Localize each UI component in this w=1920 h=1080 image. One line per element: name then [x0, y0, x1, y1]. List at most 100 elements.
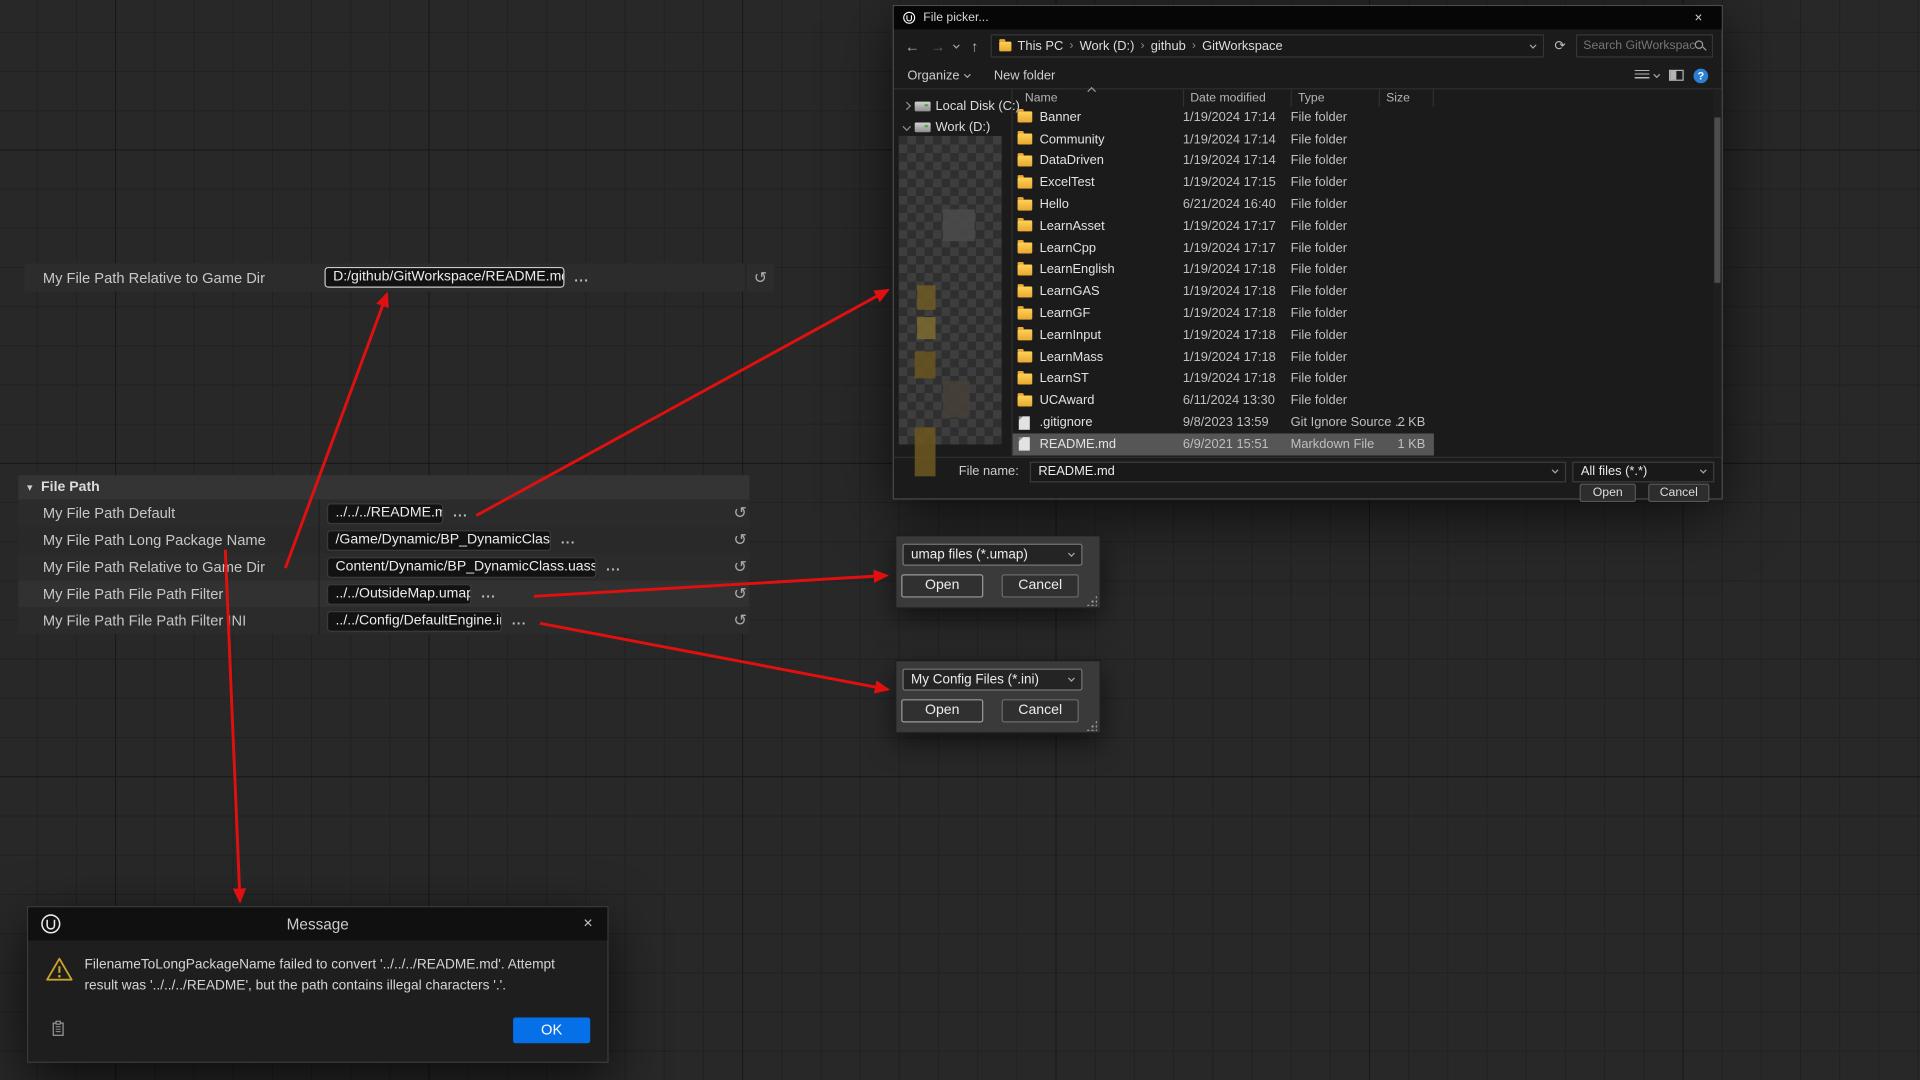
file-type-combobox[interactable]: All files (*.*): [1572, 461, 1714, 482]
file-type-filter-combobox[interactable]: My Config Files (*.ini): [902, 669, 1082, 691]
folder-icon: [1018, 134, 1033, 145]
browse-ellipsis-button[interactable]: ...: [453, 506, 468, 521]
chevron-down-icon: [1653, 71, 1660, 78]
help-icon[interactable]: ?: [1693, 68, 1708, 83]
file-path-input[interactable]: ../../Config/DefaultEngine.ini: [327, 610, 502, 631]
search-input[interactable]: [1583, 39, 1694, 52]
reset-icon[interactable]: ↺: [733, 585, 746, 601]
chevron-down-icon[interactable]: [953, 41, 960, 48]
disk-icon: [915, 101, 931, 111]
file-row[interactable]: LearnMass1/19/2024 17:18File folder: [1013, 346, 1434, 368]
file-path-input[interactable]: D:/github/GitWorkspace/README.md: [324, 267, 564, 288]
file-row[interactable]: ExcelTest1/19/2024 17:15File folder: [1013, 172, 1434, 194]
picker-body: Local Disk (C:) Work (D:): [894, 89, 1722, 456]
file-row[interactable]: Community1/19/2024 17:14File folder: [1013, 128, 1434, 150]
file-row-selected[interactable]: README.md6/9/2021 15:51Markdown File1 KB: [1013, 433, 1434, 455]
folder-icon: [1018, 177, 1033, 188]
folder-icon: [1018, 264, 1033, 275]
file-row[interactable]: DataDriven1/19/2024 17:14File folder: [1013, 150, 1434, 172]
file-name-combobox[interactable]: README.md: [1030, 461, 1566, 482]
browse-ellipsis-button[interactable]: ...: [574, 270, 589, 285]
close-icon[interactable]: ×: [583, 913, 592, 931]
file-row[interactable]: .gitignore9/8/2023 13:59Git Ignore Sourc…: [1013, 412, 1434, 434]
scrollbar[interactable]: [1713, 89, 1722, 456]
browse-ellipsis-button[interactable]: ...: [512, 613, 527, 628]
cancel-button[interactable]: Cancel: [1002, 574, 1079, 597]
file-row[interactable]: LearnCpp1/19/2024 17:17File folder: [1013, 237, 1434, 259]
blueprint-grid-canvas: My File Path Relative to Game Dir D:/git…: [0, 0, 1920, 1080]
breadcrumb-item[interactable]: This PC: [1018, 39, 1064, 54]
breadcrumb-item[interactable]: github: [1151, 39, 1186, 54]
search-box[interactable]: [1576, 34, 1713, 57]
reset-icon[interactable]: ↺: [733, 612, 746, 628]
up-icon[interactable]: ↑: [965, 37, 985, 54]
back-icon[interactable]: ←: [902, 37, 922, 54]
picker-footer: File name: README.md All files (*.*) Ope…: [894, 457, 1722, 501]
search-icon: [1695, 40, 1706, 51]
refresh-icon[interactable]: ⟳: [1550, 38, 1570, 54]
column-header-name[interactable]: Name: [1013, 89, 1184, 106]
folder-icon: [1018, 352, 1033, 363]
breadcrumb-item[interactable]: Work (D:): [1080, 39, 1135, 54]
file-row[interactable]: Banner1/19/2024 17:14File folder: [1013, 107, 1434, 129]
title-bar[interactable]: Message ×: [28, 907, 607, 940]
reset-icon[interactable]: ↺: [733, 531, 746, 547]
file-row[interactable]: LearnGF1/19/2024 17:18File folder: [1013, 303, 1434, 325]
file-row[interactable]: LearnGAS1/19/2024 17:18File folder: [1013, 281, 1434, 303]
organize-button[interactable]: Organize: [907, 68, 969, 83]
forward-icon[interactable]: →: [928, 37, 948, 54]
folder-icon: [1018, 155, 1033, 166]
list-view-icon: [1635, 70, 1650, 81]
censored-folder-tree: [899, 136, 1002, 445]
ok-button[interactable]: OK: [513, 1018, 590, 1044]
resize-grip[interactable]: [1086, 595, 1097, 606]
column-header-type[interactable]: Type: [1292, 89, 1380, 106]
property-row-long-package-name: My File Path Long Package Name /Game/Dyn…: [18, 527, 749, 554]
expand-triangle-icon[interactable]: ▾: [27, 481, 33, 494]
resize-grip[interactable]: [1086, 720, 1097, 731]
scrollbar-thumb[interactable]: [1714, 118, 1720, 283]
close-icon[interactable]: ×: [1684, 10, 1713, 25]
file-path-input[interactable]: ../../OutsideMap.umap: [327, 583, 471, 604]
window-title: File picker...: [923, 11, 1676, 24]
file-row[interactable]: LearnST1/19/2024 17:18File folder: [1013, 368, 1434, 390]
file-row[interactable]: Hello6/21/2024 16:40File folder: [1013, 194, 1434, 216]
chevron-down-icon[interactable]: [1530, 41, 1537, 48]
file-path-input[interactable]: /Game/Dynamic/BP_DynamicClass: [327, 530, 551, 551]
file-row[interactable]: LearnAsset1/19/2024 17:17File folder: [1013, 215, 1434, 237]
sidebar-item-local-disk-c[interactable]: Local Disk (C:): [894, 96, 1012, 117]
file-row[interactable]: LearnInput1/19/2024 17:18File folder: [1013, 324, 1434, 346]
file-path-input[interactable]: ../../../README.md: [327, 503, 443, 524]
cancel-button[interactable]: Cancel: [1648, 484, 1709, 502]
file-row[interactable]: UCAward6/11/2024 13:30File folder: [1013, 390, 1434, 412]
new-folder-button[interactable]: New folder: [994, 68, 1055, 83]
property-label: My File Path Relative to Game Dir: [43, 558, 327, 575]
unreal-logo-icon: [902, 11, 915, 24]
section-header[interactable]: ▾ File Path: [18, 475, 749, 499]
address-bar[interactable]: This PC › Work (D:) › github › GitWorksp…: [991, 34, 1544, 57]
browse-ellipsis-button[interactable]: ...: [561, 533, 576, 548]
file-type-filter-combobox[interactable]: umap files (*.umap): [902, 544, 1082, 566]
reset-icon[interactable]: ↺: [754, 269, 767, 285]
folder-icon: [1018, 308, 1033, 319]
open-button[interactable]: Open: [901, 699, 983, 722]
open-button[interactable]: Open: [1580, 484, 1636, 502]
open-button[interactable]: Open: [901, 574, 983, 597]
file-path-input[interactable]: Content/Dynamic/BP_DynamicClass.uasset: [327, 557, 596, 578]
title-bar[interactable]: File picker... ×: [894, 6, 1722, 29]
file-row[interactable]: LearnEnglish1/19/2024 17:18File folder: [1013, 259, 1434, 281]
preview-pane-icon[interactable]: [1669, 70, 1684, 81]
change-view-button[interactable]: [1635, 70, 1659, 81]
breadcrumb-item[interactable]: GitWorkspace: [1202, 39, 1283, 54]
folder-icon: [1018, 221, 1033, 232]
reset-icon[interactable]: ↺: [733, 504, 746, 520]
copy-icon[interactable]: [51, 1020, 66, 1037]
column-header-size[interactable]: Size: [1380, 89, 1434, 106]
cancel-button[interactable]: Cancel: [1002, 699, 1079, 722]
browse-ellipsis-button[interactable]: ...: [481, 587, 496, 602]
folder-icon: [1018, 395, 1033, 406]
reset-icon[interactable]: ↺: [733, 558, 746, 574]
sidebar-item-work-d[interactable]: Work (D:): [894, 116, 1012, 137]
browse-ellipsis-button[interactable]: ...: [606, 560, 621, 575]
column-header-date-modified[interactable]: Date modified: [1184, 89, 1292, 106]
